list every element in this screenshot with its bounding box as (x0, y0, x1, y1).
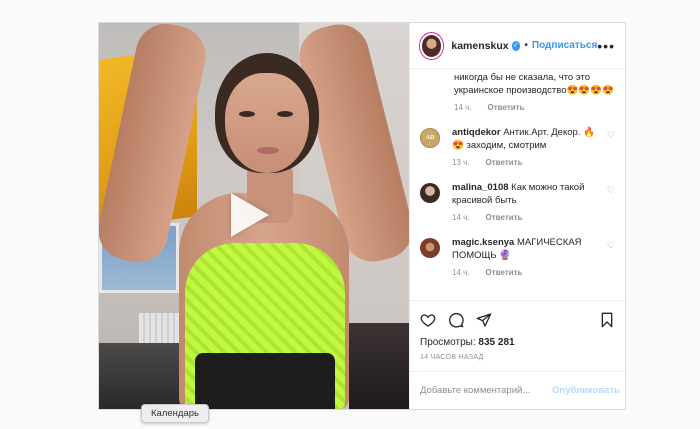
comment-time: 14 ч. (452, 268, 470, 277)
commenter-avatar[interactable]: AD (420, 128, 440, 148)
action-icons (420, 309, 615, 331)
comment-meta: 14 ч. Ответить (452, 213, 601, 222)
publish-button[interactable]: Опубликовать (552, 385, 620, 396)
play-icon[interactable] (231, 193, 269, 237)
like-comment-heart-icon[interactable]: ♡ (607, 185, 615, 196)
views-label: Просмотры: (420, 337, 476, 348)
author-username[interactable]: kamenskux (451, 40, 508, 52)
dark-bottom (195, 353, 335, 409)
person-eye-right (277, 111, 293, 117)
add-comment-bar: Опубликовать (410, 371, 625, 409)
comment-partial: никогда бы не сказала, что это украинско… (420, 69, 615, 112)
comment-meta: 14 ч. Ответить (454, 103, 615, 112)
post-timestamp[interactable]: 14 ЧАСОВ НАЗАД (420, 354, 615, 361)
comment-item: malina_0108 Как можно такой красивой быт… (420, 181, 615, 222)
commenter-username[interactable]: malina_0108 (452, 182, 509, 193)
comment-meta: 14 ч. Ответить (452, 268, 601, 277)
reply-button[interactable]: Ответить (488, 103, 525, 112)
comment-item: magic.ksenya МАГИЧЕСКАЯ ПОМОЩЬ 🔮 14 ч. О… (420, 236, 615, 277)
comment-item: AD antiqdekor Антик.Арт. Декор. 🔥😍 заход… (420, 126, 615, 167)
author-avatar[interactable] (420, 32, 444, 59)
commenter-username[interactable]: magic.ksenya (452, 237, 514, 248)
comment-text: magic.ksenya МАГИЧЕСКАЯ ПОМОЩЬ 🔮 (452, 236, 601, 262)
comment-time: 14 ч. (454, 103, 472, 112)
comment-text: никогда бы не сказала, что это украинско… (454, 72, 614, 96)
reply-button[interactable]: Ответить (486, 213, 523, 222)
like-heart-icon[interactable] (420, 312, 436, 328)
comment-meta: 13 ч. Ответить (452, 158, 601, 167)
views-count[interactable]: Просмотры: 835 281 (420, 337, 615, 348)
verified-badge-icon: ✓ (511, 40, 521, 51)
background-chair (349, 323, 409, 409)
post-actions: Просмотры: 835 281 14 ЧАСОВ НАЗАД (410, 300, 625, 361)
views-number: 835 281 (478, 337, 515, 348)
instagram-post: kamenskux ✓ • Подписаться ••• никогда бы… (98, 22, 626, 410)
like-comment-heart-icon[interactable]: ♡ (607, 130, 615, 141)
commenter-avatar[interactable] (420, 238, 440, 258)
post-header: kamenskux ✓ • Подписаться ••• (410, 23, 625, 69)
comment-time: 14 ч. (452, 213, 470, 222)
comment-text: antiqdekor Антик.Арт. Декор. 🔥😍 заходим,… (452, 126, 601, 152)
comment-text: malina_0108 Как можно такой красивой быт… (452, 181, 601, 207)
commenter-username[interactable]: antiqdekor (452, 127, 501, 138)
reply-button[interactable]: Ответить (486, 158, 523, 167)
comment-icon[interactable] (448, 312, 464, 328)
comment-time: 13 ч. (452, 158, 470, 167)
like-comment-heart-icon[interactable]: ♡ (607, 240, 615, 251)
video-player[interactable] (99, 23, 409, 409)
person-lips (257, 147, 279, 154)
background-furniture (99, 343, 189, 409)
person-eye-left (239, 111, 255, 117)
follow-button[interactable]: Подписаться (532, 40, 597, 51)
calendar-tooltip: Календарь (141, 404, 209, 423)
person-face (225, 73, 309, 173)
more-options-icon[interactable]: ••• (597, 38, 615, 54)
post-sidebar: kamenskux ✓ • Подписаться ••• никогда бы… (409, 23, 625, 409)
share-icon[interactable] (476, 312, 492, 328)
comments-list[interactable]: никогда бы не сказала, что это украинско… (410, 69, 625, 300)
comment-input[interactable] (420, 385, 552, 396)
bookmark-icon[interactable] (599, 312, 615, 328)
reply-button[interactable]: Ответить (486, 268, 523, 277)
separator-dot: • (524, 40, 528, 51)
commenter-avatar[interactable] (420, 183, 440, 203)
